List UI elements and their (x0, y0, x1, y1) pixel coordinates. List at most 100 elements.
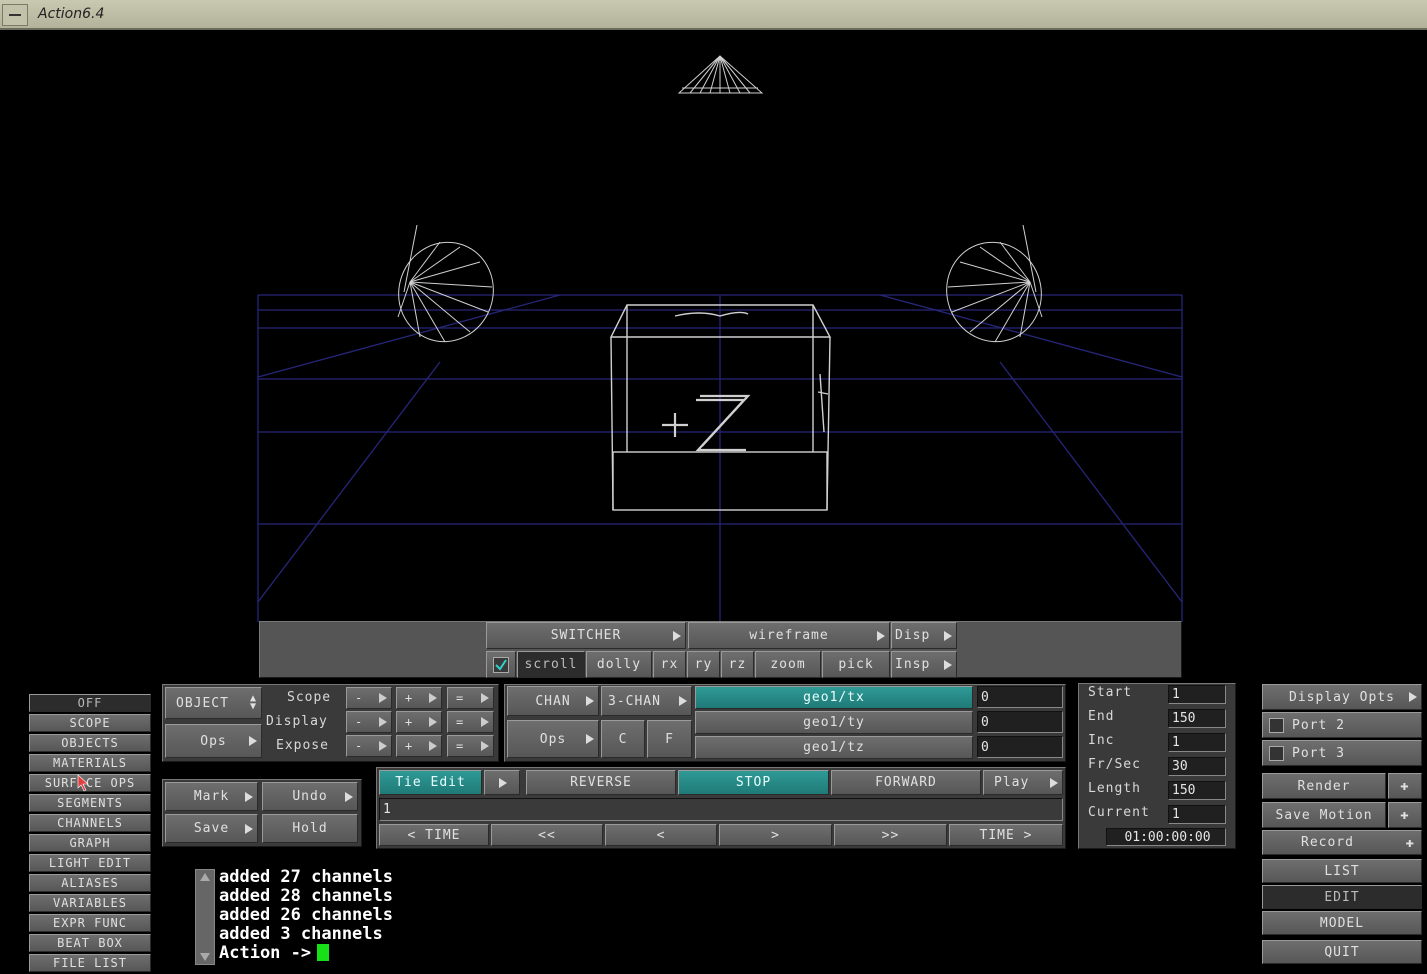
channel-geo1-ty[interactable]: geo1/ty (695, 711, 973, 734)
display-opts-button[interactable]: Display Opts (1262, 684, 1422, 710)
scroll-button[interactable]: scroll (517, 651, 585, 678)
switcher-button[interactable]: SWITCHER (486, 622, 686, 649)
scope-plus-button[interactable]: + (396, 687, 442, 709)
channel-tz-value-field[interactable]: 0 (977, 736, 1063, 758)
inc-label: Inc (1088, 733, 1115, 748)
model-button[interactable]: MODEL (1262, 911, 1422, 935)
undo-button[interactable]: Undo (262, 782, 358, 811)
save-motion-options-button[interactable]: ✚ (1388, 802, 1422, 828)
console-scrollbar[interactable] (195, 869, 215, 965)
window-title: Action6.4 (38, 6, 105, 22)
end-field[interactable]: 150 (1168, 709, 1226, 728)
c-button[interactable]: C (601, 720, 645, 758)
inc-field[interactable]: 1 (1168, 733, 1226, 752)
scope-equals-button[interactable]: = (447, 687, 494, 709)
menu-arrow-icon (586, 696, 594, 706)
chan-ops-button[interactable]: Ops (507, 720, 599, 758)
save-button[interactable]: Save (165, 814, 258, 843)
menu-arrow-icon (586, 734, 594, 744)
menu-item-aliases[interactable]: ALIASES (29, 874, 151, 892)
time-forward-button[interactable]: TIME > (949, 824, 1063, 846)
forward-button[interactable]: FORWARD (831, 770, 981, 795)
scroll-checkbox[interactable] (486, 651, 516, 678)
channel-tx-value-field[interactable]: 0 (977, 686, 1063, 708)
step-forward-button[interactable]: > (719, 824, 832, 846)
step-back-button[interactable]: < (605, 824, 717, 846)
list-button[interactable]: LIST (1262, 859, 1422, 883)
expose-equals-button[interactable]: = (447, 735, 494, 757)
f-button[interactable]: F (647, 720, 692, 758)
play-button[interactable]: Play (983, 770, 1063, 795)
menu-item-scope[interactable]: SCOPE (29, 714, 151, 732)
menu-item-graph[interactable]: GRAPH (29, 834, 151, 852)
insp-button[interactable]: Insp (891, 651, 957, 678)
dolly-button[interactable]: dolly (586, 651, 652, 678)
display-plus-button[interactable]: + (396, 711, 442, 733)
fps-field[interactable]: 30 (1168, 757, 1226, 776)
scope-label: Scope (287, 690, 332, 705)
fast-forward-button[interactable]: >> (834, 824, 947, 846)
menu-item-light-edit[interactable]: LIGHT EDIT (29, 854, 151, 872)
window-menu-button[interactable] (2, 4, 28, 26)
channel-geo1-tz[interactable]: geo1/tz (695, 736, 973, 759)
menu-arrow-icon (379, 693, 387, 703)
time-back-button[interactable]: < TIME (379, 824, 489, 846)
edit-button[interactable]: EDIT (1262, 885, 1422, 909)
timecode-field[interactable]: 01:00:00:00 (1106, 828, 1226, 846)
stop-button[interactable]: STOP (678, 770, 829, 795)
scope-minus-button[interactable]: - (346, 687, 392, 709)
3d-viewport[interactable] (0, 32, 1427, 622)
tie-edit-button[interactable]: Tie Edit (379, 770, 482, 795)
quit-button[interactable]: QUIT (1262, 940, 1422, 964)
rz-button[interactable]: rz (721, 651, 754, 678)
port-3-toggle[interactable]: Port 3 (1262, 740, 1422, 766)
length-field[interactable]: 150 (1168, 781, 1226, 800)
menu-arrow-icon (499, 777, 507, 788)
expose-minus-button[interactable]: - (346, 735, 392, 757)
menu-item-variables[interactable]: VARIABLES (29, 894, 151, 912)
shading-mode-button[interactable]: wireframe (688, 622, 890, 649)
ry-button[interactable]: ry (687, 651, 720, 678)
menu-item-objects[interactable]: OBJECTS (29, 734, 151, 752)
channel-ty-value-field[interactable]: 0 (977, 711, 1063, 733)
save-motion-button[interactable]: Save Motion (1262, 802, 1386, 828)
console-line: added 26 channels (219, 905, 393, 925)
console-output[interactable]: added 27 channels added 28 channels adde… (219, 868, 619, 963)
port-2-toggle[interactable]: Port 2 (1262, 712, 1422, 738)
rewind-button[interactable]: << (491, 824, 603, 846)
menu-item-segments[interactable]: SEGMENTS (29, 794, 151, 812)
menu-arrow-icon (429, 693, 437, 703)
console-prompt-line[interactable]: Action -> (219, 944, 619, 963)
disp-button[interactable]: Disp (891, 622, 957, 649)
start-field[interactable]: 1 (1168, 685, 1226, 704)
chan-button[interactable]: CHAN (507, 686, 599, 716)
channel-geo1-tx[interactable]: geo1/tx (695, 686, 973, 709)
render-button[interactable]: Render (1262, 773, 1386, 799)
scroll-up-icon[interactable] (200, 873, 210, 881)
expose-plus-button[interactable]: + (396, 735, 442, 757)
menu-item-beat-box[interactable]: BEAT BOX (29, 934, 151, 952)
scroll-down-icon[interactable] (200, 953, 210, 961)
pick-button[interactable]: pick (822, 651, 890, 678)
three-chan-button[interactable]: 3-CHAN (601, 686, 692, 716)
object-button[interactable]: OBJECT ▲ ▼ (165, 687, 262, 719)
menu-item-off[interactable]: OFF (29, 694, 151, 712)
render-options-button[interactable]: ✚ (1388, 773, 1422, 799)
menu-item-materials[interactable]: MATERIALS (29, 754, 151, 772)
record-button[interactable]: Record ✚ (1262, 830, 1422, 855)
tie-edit-menu-button[interactable] (484, 770, 520, 795)
menu-item-channels[interactable]: CHANNELS (29, 814, 151, 832)
reverse-button[interactable]: REVERSE (526, 770, 676, 795)
display-minus-button[interactable]: - (346, 711, 392, 733)
rx-button[interactable]: rx (653, 651, 686, 678)
mark-button[interactable]: Mark (165, 782, 258, 811)
object-ops-button[interactable]: Ops (165, 724, 262, 758)
frame-input[interactable]: 1 (379, 798, 1063, 821)
menu-item-expr-func[interactable]: EXPR FUNC (29, 914, 151, 932)
hold-button[interactable]: Hold (262, 814, 358, 843)
display-equals-button[interactable]: = (447, 711, 494, 733)
current-field[interactable]: 1 (1168, 805, 1226, 824)
zoom-button[interactable]: zoom (755, 651, 821, 678)
menu-item-file-list[interactable]: FILE LIST (29, 954, 151, 972)
console-line: added 28 channels (219, 886, 393, 906)
